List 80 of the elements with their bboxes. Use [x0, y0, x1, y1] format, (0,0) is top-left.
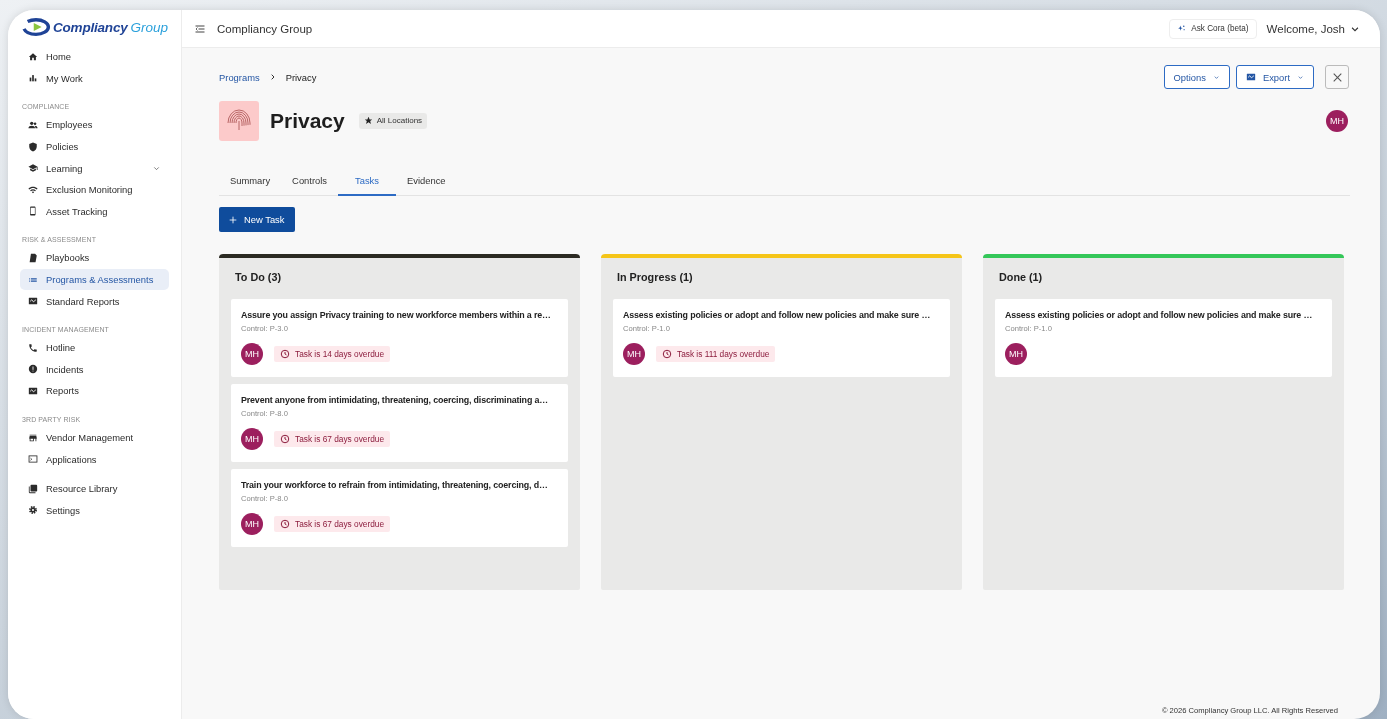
wifi-icon [28, 184, 38, 195]
nav-item[interactable]: Applications [20, 448, 169, 470]
phone-icon [28, 342, 38, 353]
avatar: MH [1005, 343, 1027, 365]
breadcrumb-current: Privacy [285, 71, 317, 83]
ask-assistant-button[interactable]: Ask Cora (beta) [1169, 18, 1257, 39]
people-icon [28, 120, 38, 130]
tab[interactable]: Summary [219, 166, 282, 196]
program-title: Privacy [270, 108, 345, 133]
task-title[interactable]: Prevent anyone from intimidating, threatening, coercing, discriminating a… [241, 395, 558, 405]
nav-item[interactable]: Policies [20, 135, 169, 158]
task-title[interactable]: Assess existing policies or adopt and follow new policies and make sure … [1005, 310, 1322, 320]
avatar: MH [1326, 109, 1348, 132]
nav-item[interactable]: Reports [20, 380, 169, 402]
avatar: MH [623, 343, 645, 365]
fingerprint-icon [227, 108, 251, 133]
report-icon [28, 296, 38, 307]
library-icon [28, 483, 38, 494]
clock-icon [280, 519, 290, 529]
avatar: MH [241, 343, 263, 365]
overdue-tag: Task is 14 days overdue [274, 346, 390, 362]
star-icon [363, 116, 373, 125]
settings-icon [28, 505, 38, 516]
task-title[interactable]: Assess existing policies or adopt and follow new policies and make sure … [623, 310, 940, 320]
caret-icon [1297, 73, 1304, 81]
alert-icon [28, 364, 38, 375]
nav-item[interactable]: Learning [20, 157, 169, 179]
clock-icon [662, 349, 672, 359]
task-title[interactable]: Assure you assign Privacy training to new workforce members within a re… [241, 310, 558, 320]
graduation-cap-icon [28, 163, 38, 174]
tab[interactable]: Evidence [396, 166, 457, 196]
avatar: MH [241, 513, 263, 535]
overdue-tag: Task is 111 days overdue [656, 346, 776, 362]
nav-item[interactable]: Playbooks [20, 247, 169, 269]
nav-item[interactable]: Settings [20, 499, 169, 522]
report-icon [1245, 72, 1256, 82]
overdue-tag: Task is 67 days overdue [274, 431, 390, 447]
location-badge: All Locations [358, 112, 428, 129]
avatar: MH [241, 428, 263, 450]
task-title[interactable]: Train your workforce to refrain from intimidating, threatening, coercing, d… [241, 480, 558, 490]
nav-item[interactable]: Resource Library [20, 477, 169, 500]
breadcrumb-link[interactable]: Programs [219, 71, 260, 83]
close-button[interactable] [1325, 65, 1349, 89]
home-icon [28, 51, 38, 62]
nav-item[interactable]: My Work [20, 67, 169, 90]
tab[interactable]: Tasks [338, 166, 396, 196]
options-button[interactable]: Options [1163, 65, 1230, 89]
report-icon [28, 385, 38, 396]
caret-icon [1212, 73, 1220, 81]
logo-text: Group [130, 19, 169, 35]
nav-item[interactable]: Hotline [20, 336, 169, 359]
nav-item[interactable]: Programs & Assessments [20, 268, 169, 291]
nav-item[interactable]: Vendor Management [20, 426, 169, 449]
overdue-tag: Task is 67 days overdue [274, 516, 390, 532]
clock-icon [280, 349, 290, 359]
column-title: Done (1) [998, 270, 1044, 285]
logo-text: Compliancy [53, 19, 128, 35]
column-title: To Do (3) [234, 270, 282, 285]
plus-icon [228, 214, 238, 225]
nav-item[interactable]: Asset Tracking [20, 200, 169, 223]
nav-item[interactable]: Standard Reports [20, 290, 169, 312]
tab[interactable]: Controls [281, 166, 339, 196]
nav-item[interactable]: Exclusion Monitoring [20, 178, 169, 201]
app-title: Compliancy Group [217, 22, 314, 35]
mobile-phone-icon [28, 206, 38, 217]
new-task-button[interactable]: New Task [219, 207, 296, 232]
nav-item[interactable]: Incidents [20, 358, 169, 381]
sparkle-icon [1177, 24, 1187, 33]
book-icon [28, 252, 38, 263]
clock-icon [280, 434, 290, 444]
user-menu[interactable]: Welcome, Josh [1266, 22, 1360, 35]
logo-icon [22, 18, 50, 36]
nav-item[interactable]: Employees [20, 114, 169, 136]
nav-item[interactable]: Home [20, 46, 169, 68]
column-title: In Progress (1) [616, 270, 694, 285]
export-button[interactable]: Export [1235, 65, 1314, 89]
shield-icon [28, 141, 38, 152]
terminal-icon [28, 454, 38, 465]
bar-chart-icon [28, 73, 38, 84]
store-icon [28, 432, 38, 443]
